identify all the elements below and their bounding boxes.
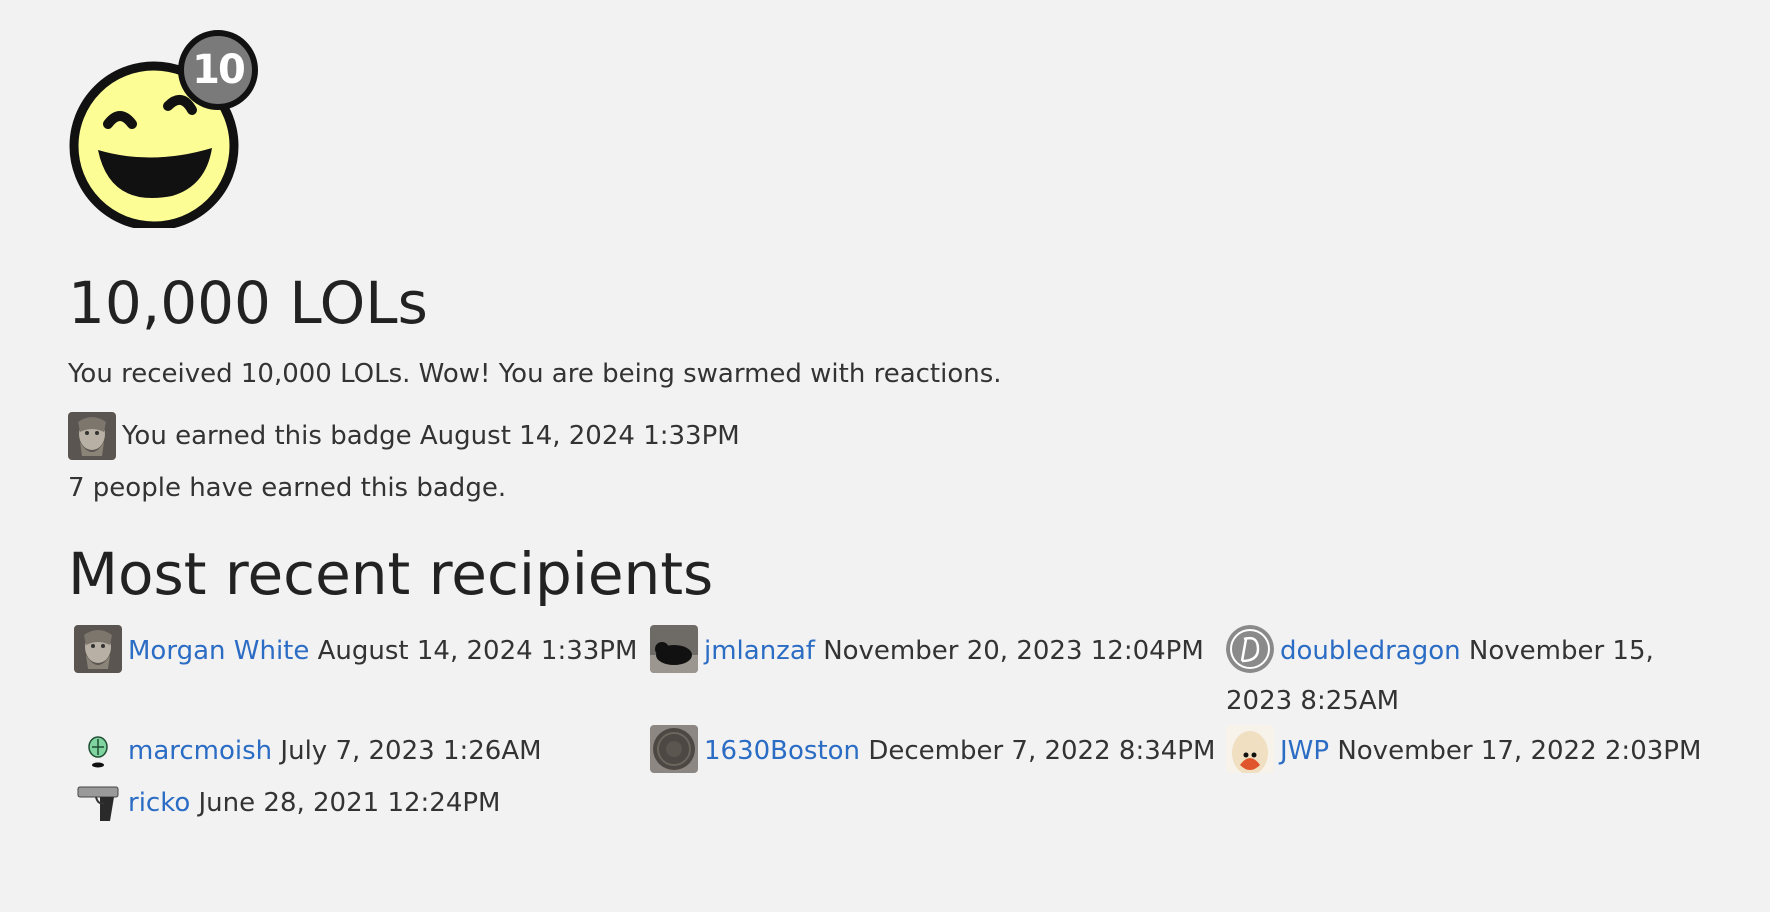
- statue-face-avatar[interactable]: [74, 624, 122, 673]
- recipient-date: November 17, 2022 2:03PM: [1337, 736, 1702, 766]
- coin-avatar[interactable]: [650, 724, 698, 773]
- laughing-face-badge-icon: 10: [68, 28, 268, 228]
- recipient-name-link[interactable]: marcmoish: [128, 736, 272, 766]
- recipient-item: doubledragon November 15, 2023 8:25AM: [1220, 624, 1720, 726]
- earned-info: You earned this badge August 14, 2024 1:…: [68, 412, 1728, 460]
- earned-date-text: You earned this badge August 14, 2024 1:…: [122, 421, 740, 451]
- recipient-name-link[interactable]: 1630Boston: [704, 736, 860, 766]
- recipient-name-link[interactable]: jmlanzaf: [704, 636, 815, 666]
- recipient-date: August 14, 2024 1:33PM: [317, 636, 638, 666]
- pistol-avatar[interactable]: [74, 776, 122, 825]
- recipient-item: JWP November 17, 2022 2:03PM: [1220, 724, 1720, 776]
- recipient-item: Morgan White August 14, 2024 1:33PM: [68, 624, 644, 726]
- recipient-name-link[interactable]: doubledragon: [1280, 636, 1461, 666]
- recipient-item: marcmoish July 7, 2023 1:26AM: [68, 724, 644, 776]
- recipients-grid: Morgan White August 14, 2024 1:33PM jmla…: [68, 624, 1728, 828]
- recent-recipients-heading: Most recent recipients: [68, 540, 714, 608]
- recipient-date: July 7, 2023 1:26AM: [280, 736, 542, 766]
- letter-d-avatar[interactable]: [1226, 624, 1274, 673]
- recipient-date: November 20, 2023 12:04PM: [823, 636, 1204, 666]
- badge-level-count: 10: [178, 30, 258, 110]
- recipient-name-link[interactable]: ricko: [128, 788, 190, 818]
- badge-description: You received 10,000 LOLs. Wow! You are b…: [68, 359, 1002, 389]
- recipient-name-link[interactable]: JWP: [1280, 736, 1329, 766]
- recipient-item: jmlanzaf November 20, 2023 12:04PM: [644, 624, 1220, 726]
- statue-face-avatar[interactable]: [68, 412, 116, 460]
- earned-count-text: 7 people have earned this badge.: [68, 473, 507, 503]
- recipient-item: ricko June 28, 2021 12:24PM: [68, 776, 644, 828]
- green-mask-avatar[interactable]: [74, 724, 122, 773]
- badge-title: 10,000 LOLs: [68, 269, 428, 337]
- recipient-name-link[interactable]: Morgan White: [128, 636, 309, 666]
- cartoon-egg-avatar[interactable]: [1226, 724, 1274, 773]
- recipient-date: December 7, 2022 8:34PM: [868, 736, 1216, 766]
- recipient-item: 1630Boston December 7, 2022 8:34PM: [644, 724, 1220, 776]
- recipient-date: June 28, 2021 12:24PM: [198, 788, 501, 818]
- badge-page: 10 10,000 LOLs You received 10,000 LOLs.…: [68, 28, 1728, 828]
- dog-photo-avatar[interactable]: [650, 624, 698, 673]
